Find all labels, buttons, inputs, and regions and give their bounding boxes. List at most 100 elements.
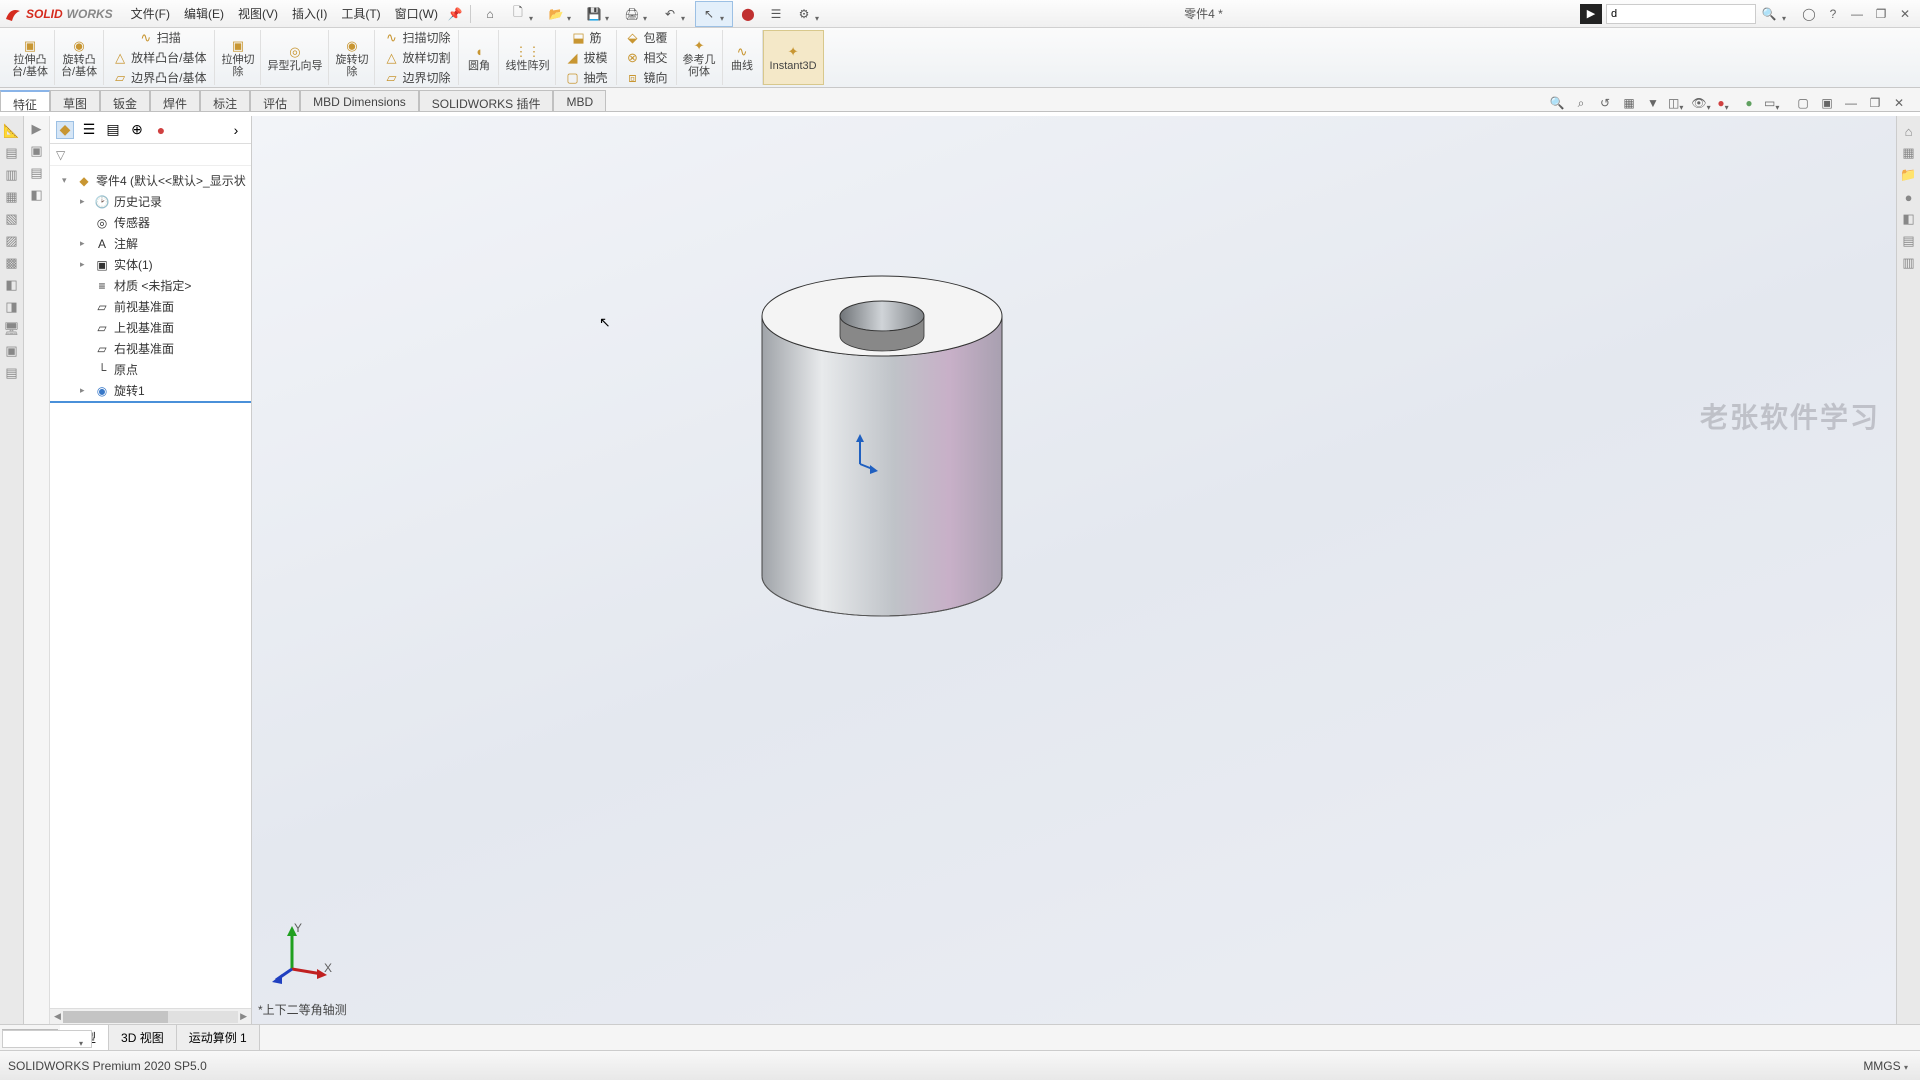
new-button[interactable]: 🗋 <box>505 2 541 26</box>
bottom-tab-3dview[interactable]: 3D 视图 <box>109 1025 177 1050</box>
revolve-boss-button[interactable]: ◉旋转凸 台/基体 <box>55 30 104 85</box>
viewport-min-icon[interactable]: — <box>1842 94 1860 112</box>
search-input[interactable] <box>1606 4 1756 24</box>
menu-insert[interactable]: 插入(I) <box>286 1 333 26</box>
rail-icon-12[interactable]: ▤ <box>3 364 21 382</box>
tree-tab-display-icon[interactable]: ● <box>152 121 170 139</box>
tree-root[interactable]: ▾◆零件4 (默认<<默认>_显示状 <box>50 170 251 191</box>
rail-icon-10[interactable]: 🖥 <box>3 320 21 338</box>
select-button[interactable]: ↖ <box>695 1 733 27</box>
pin-icon[interactable]: 📌 <box>446 5 464 23</box>
tree-solid[interactable]: ▸▣实体(1) <box>50 254 251 275</box>
tree-sensors[interactable]: ◎传感器 <box>50 212 251 233</box>
scene-icon[interactable]: ● <box>1740 94 1758 112</box>
draft-button[interactable]: ◢拔模 <box>562 48 609 67</box>
graphics-area[interactable]: ↖ 老张软件学习 <box>252 116 1920 1024</box>
menu-tools[interactable]: 工具(T) <box>335 1 386 26</box>
close-button[interactable]: ✕ <box>1894 3 1916 25</box>
tab-mbd[interactable]: MBD <box>553 90 606 111</box>
rail-icon-8[interactable]: ◧ <box>3 276 21 294</box>
user-icon[interactable]: ◯ <box>1798 3 1820 25</box>
tree-filter[interactable]: ▽ <box>50 144 251 166</box>
curves-button[interactable]: ∿曲线 <box>723 30 763 85</box>
help-icon[interactable]: ? <box>1822 3 1844 25</box>
rail-icon-1[interactable]: 📐 <box>3 122 21 140</box>
boundary-cut-button[interactable]: ▱边界切除 <box>381 68 452 87</box>
sweep-cut-button[interactable]: ∿扫描切除 <box>381 28 452 47</box>
panel-hscroll[interactable]: ◀ ▶ <box>50 1008 251 1024</box>
panel-tab-3[interactable]: ▤ <box>28 164 46 182</box>
view-triad[interactable]: Y X <box>272 924 332 984</box>
rail-icon-6[interactable]: ▨ <box>3 232 21 250</box>
tree-right-plane[interactable]: ▱右视基准面 <box>50 338 251 359</box>
search-prefix-icon[interactable]: ▶ <box>1580 4 1602 24</box>
save-button[interactable]: 💾 <box>581 2 617 26</box>
intersect-button[interactable]: ⊗相交 <box>623 48 670 67</box>
render-icon[interactable]: ▭ <box>1764 94 1782 112</box>
wrap-button[interactable]: ⬙包覆 <box>623 28 670 47</box>
taskpane-file-icon[interactable]: 📁 <box>1900 166 1918 184</box>
menu-view[interactable]: 视图(V) <box>232 1 284 26</box>
extrude-cut-button[interactable]: ▣拉伸切 除 <box>215 30 261 85</box>
orientation-icon[interactable]: ▼ <box>1644 94 1662 112</box>
undo-button[interactable]: ↶ <box>657 2 693 26</box>
tab-evaluate[interactable]: 评估 <box>250 90 300 111</box>
rebuild-button[interactable]: ⬤ <box>735 2 761 26</box>
shell-button[interactable]: ▢抽壳 <box>562 68 609 87</box>
viewport-single-icon[interactable]: ▢ <box>1794 94 1812 112</box>
instant3d-button[interactable]: ✦Instant3D <box>763 30 824 85</box>
tab-sketch[interactable]: 草图 <box>50 90 100 111</box>
refgeo-button[interactable]: ✦参考几 何体 <box>677 30 723 85</box>
sweep-button[interactable]: ∿扫描 <box>136 28 183 47</box>
open-button[interactable]: 📂 <box>543 2 579 26</box>
rail-icon-2[interactable]: ▤ <box>3 144 21 162</box>
tree-history[interactable]: ▸🕑历史记录 <box>50 191 251 212</box>
restore-button[interactable]: ❐ <box>1870 3 1892 25</box>
tree-tab-dim-icon[interactable]: ⊕ <box>128 121 146 139</box>
taskpane-lib-icon[interactable]: ▦ <box>1900 144 1918 162</box>
scroll-track[interactable] <box>63 1011 238 1023</box>
tree-revolve1[interactable]: ▸◉旋转1 <box>50 380 251 403</box>
panel-tab-4[interactable]: ◧ <box>28 186 46 204</box>
fillet-button[interactable]: ◖圆角 <box>459 30 499 85</box>
scroll-thumb[interactable] <box>63 1011 168 1023</box>
loft-cut-button[interactable]: △放样切割 <box>381 48 452 67</box>
tree-top-plane[interactable]: ▱上视基准面 <box>50 317 251 338</box>
loft-button[interactable]: △放样凸台/基体 <box>110 48 208 67</box>
home-button[interactable]: ⌂ <box>477 2 503 26</box>
pattern-button[interactable]: ⋮⋮线性阵列 <box>499 30 556 85</box>
tree-expand-icon[interactable]: › <box>227 121 245 139</box>
menu-edit[interactable]: 编辑(E) <box>178 1 230 26</box>
panel-tab-1[interactable]: ▶ <box>28 120 46 138</box>
tree-front-plane[interactable]: ▱前视基准面 <box>50 296 251 317</box>
search-icon[interactable]: 🔍 <box>1760 5 1778 23</box>
zoom-area-icon[interactable]: ⌕ <box>1572 94 1590 112</box>
hole-wizard-button[interactable]: ◎异型孔向导 <box>261 30 329 85</box>
rib-button[interactable]: ⬓筋 <box>568 28 603 47</box>
rail-icon-9[interactable]: ◨ <box>3 298 21 316</box>
tree-tab-feature-icon[interactable]: ◆ <box>56 121 74 139</box>
taskpane-appear-icon[interactable]: ◧ <box>1900 210 1918 228</box>
tab-annotate[interactable]: 标注 <box>200 90 250 111</box>
taskpane-view-icon[interactable]: ● <box>1900 188 1918 206</box>
hide-show-icon[interactable]: 👁 <box>1692 94 1710 112</box>
revolve-cut-button[interactable]: ◉旋转切 除 <box>329 30 375 85</box>
quick-select[interactable] <box>2 1030 92 1048</box>
tree-annotations[interactable]: ▸A注解 <box>50 233 251 254</box>
print-button[interactable]: 🖨 <box>619 2 655 26</box>
tree-origin[interactable]: └原点 <box>50 359 251 380</box>
tab-addins[interactable]: SOLIDWORKS 插件 <box>419 90 554 111</box>
zoom-fit-icon[interactable]: 🔍 <box>1548 94 1566 112</box>
status-units[interactable]: MMGS <box>1863 1059 1912 1073</box>
mirror-button[interactable]: ⧈镜向 <box>623 68 670 87</box>
tab-weldment[interactable]: 焊件 <box>150 90 200 111</box>
bottom-tab-motion[interactable]: 运动算例 1 <box>177 1025 260 1050</box>
panel-tab-2[interactable]: ▣ <box>28 142 46 160</box>
display-style-icon[interactable]: ◫ <box>1668 94 1686 112</box>
viewport-max-icon[interactable]: ❐ <box>1866 94 1884 112</box>
appearance-icon[interactable]: ● <box>1716 94 1734 112</box>
options-button[interactable]: ☰ <box>763 2 789 26</box>
boundary-button[interactable]: ▱边界凸台/基体 <box>110 68 208 87</box>
tree-tab-prop-icon[interactable]: ☰ <box>80 121 98 139</box>
extrude-boss-button[interactable]: ▣拉伸凸 台/基体 <box>6 30 55 85</box>
